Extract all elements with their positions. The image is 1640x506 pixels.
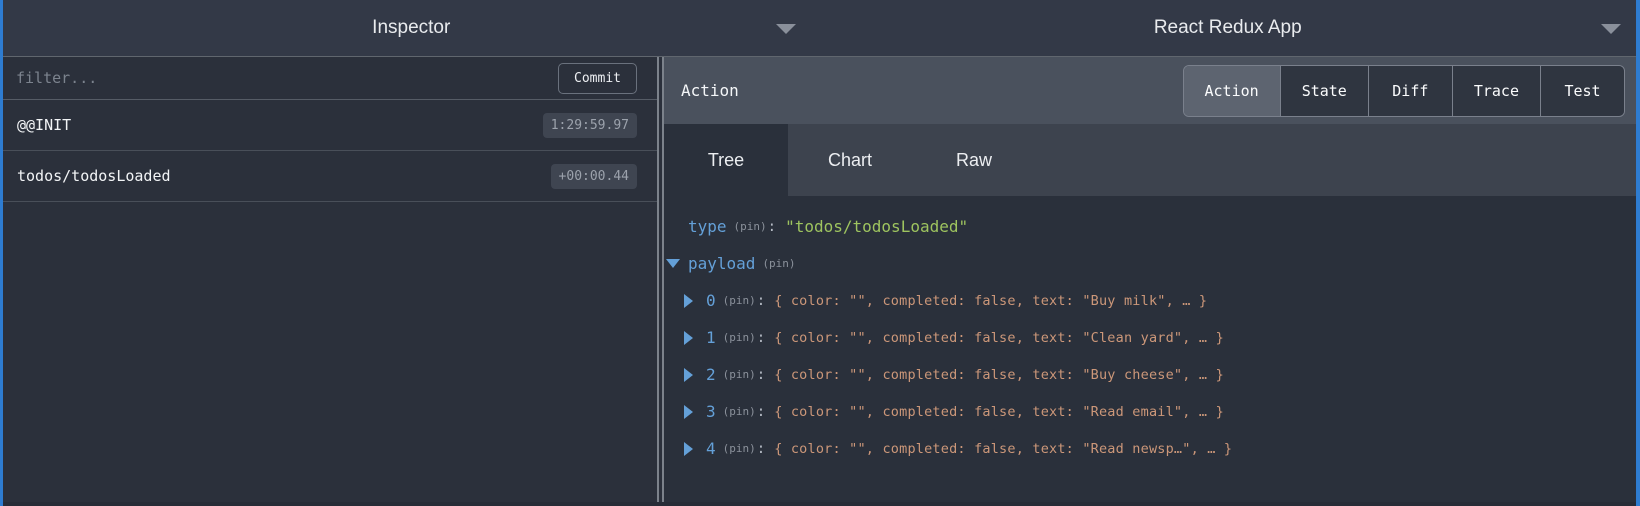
expander-slot [684,294,706,308]
action-timestamp: 1:29:59.97 [543,113,637,138]
action-timestamp: +00:00.44 [551,164,637,189]
colon: : [757,404,765,420]
tab-test[interactable]: Test [1540,66,1624,116]
view-subtab-bar: Tree Chart Raw [664,124,1636,196]
pin-link[interactable]: (pin) [723,405,756,418]
expand-arrow-icon [684,405,693,419]
monitor-select-label: Inspector [372,17,450,39]
detail-title: Action [681,81,739,100]
detail-header-bar: Action Action State Diff Trace Test [664,57,1636,124]
tab-action[interactable]: Action [1184,66,1280,116]
colon: : [757,293,765,309]
tree-row-type: type (pin) : "todos/todosLoaded" [664,208,1636,245]
colon: : [757,441,765,457]
expander-slot [684,405,706,419]
action-name: @@INIT [17,116,71,134]
json-string-value: "todos/todosLoaded" [785,217,968,236]
expand-arrow-icon [684,331,693,345]
expander-slot [684,442,706,456]
pin-link[interactable]: (pin) [734,220,767,233]
json-index: 2 [706,365,716,384]
pin-link[interactable]: (pin) [723,368,756,381]
tab-state[interactable]: State [1280,66,1368,116]
tree-row-item[interactable]: 3 (pin) : { color: "", completed: false,… [664,393,1636,430]
collapse-arrow-icon [666,259,680,268]
json-object-preview: { color: "", completed: false, text: "Cl… [774,330,1224,346]
json-index: 0 [706,291,716,310]
chevron-down-icon [776,24,796,34]
pin-link[interactable]: (pin) [762,257,795,270]
action-list-panel: Commit @@INIT 1:29:59.97 todos/todosLoad… [3,57,657,502]
json-key: payload [688,254,755,273]
expander-slot [684,368,706,382]
tree-row-item[interactable]: 0 (pin) : { color: "", completed: false,… [664,282,1636,319]
monitor-select[interactable]: Inspector [3,0,820,56]
json-object-preview: { color: "", completed: false, text: "Bu… [774,293,1207,309]
json-object-preview: { color: "", completed: false, text: "Bu… [774,367,1224,383]
devtools-header: Inspector React Redux App [3,0,1636,57]
chevron-down-icon [1601,24,1621,34]
pin-link[interactable]: (pin) [723,442,756,455]
expander-slot [666,259,688,268]
subtab-chart[interactable]: Chart [788,124,912,196]
action-detail-panel: Action Action State Diff Trace Test Tree… [664,57,1636,502]
tree-row-item[interactable]: 4 (pin) : { color: "", completed: false,… [664,430,1636,467]
action-list-item[interactable]: todos/todosLoaded +00:00.44 [3,151,657,202]
detail-tab-group: Action State Diff Trace Test [1183,65,1626,117]
tree-row-item[interactable]: 1 (pin) : { color: "", completed: false,… [664,319,1636,356]
filter-bar: Commit [3,57,657,100]
action-json-tree: type (pin) : "todos/todosLoaded" payload… [664,196,1636,502]
panel-resize-handle[interactable] [657,57,664,502]
json-index: 3 [706,402,716,421]
colon: : [757,367,765,383]
subtab-tree[interactable]: Tree [664,124,788,196]
expand-arrow-icon [684,294,693,308]
commit-button[interactable]: Commit [558,63,637,94]
json-object-preview: { color: "", completed: false, text: "Re… [774,404,1224,420]
colon: : [768,219,776,235]
tab-trace[interactable]: Trace [1452,66,1540,116]
pin-link[interactable]: (pin) [723,331,756,344]
action-name: todos/todosLoaded [17,167,171,185]
expand-arrow-icon [684,368,693,382]
instance-select-label: React Redux App [1154,17,1302,39]
action-list-item[interactable]: @@INIT 1:29:59.97 [3,100,657,151]
json-index: 1 [706,328,716,347]
json-key: type [688,217,727,236]
window-bottom-edge [3,502,1636,506]
filter-input[interactable] [16,69,558,87]
json-object-preview: { color: "", completed: false, text: "Re… [774,441,1232,457]
tree-row-payload[interactable]: payload (pin) [664,245,1636,282]
redux-devtools-window: Inspector React Redux App Commit @@INIT … [0,0,1640,506]
json-index: 4 [706,439,716,458]
colon: : [757,330,765,346]
subtab-raw[interactable]: Raw [912,124,1036,196]
expander-slot [684,331,706,345]
expand-arrow-icon [684,442,693,456]
tree-row-item[interactable]: 2 (pin) : { color: "", completed: false,… [664,356,1636,393]
tab-diff[interactable]: Diff [1368,66,1452,116]
instance-select[interactable]: React Redux App [820,0,1637,56]
pin-link[interactable]: (pin) [723,294,756,307]
